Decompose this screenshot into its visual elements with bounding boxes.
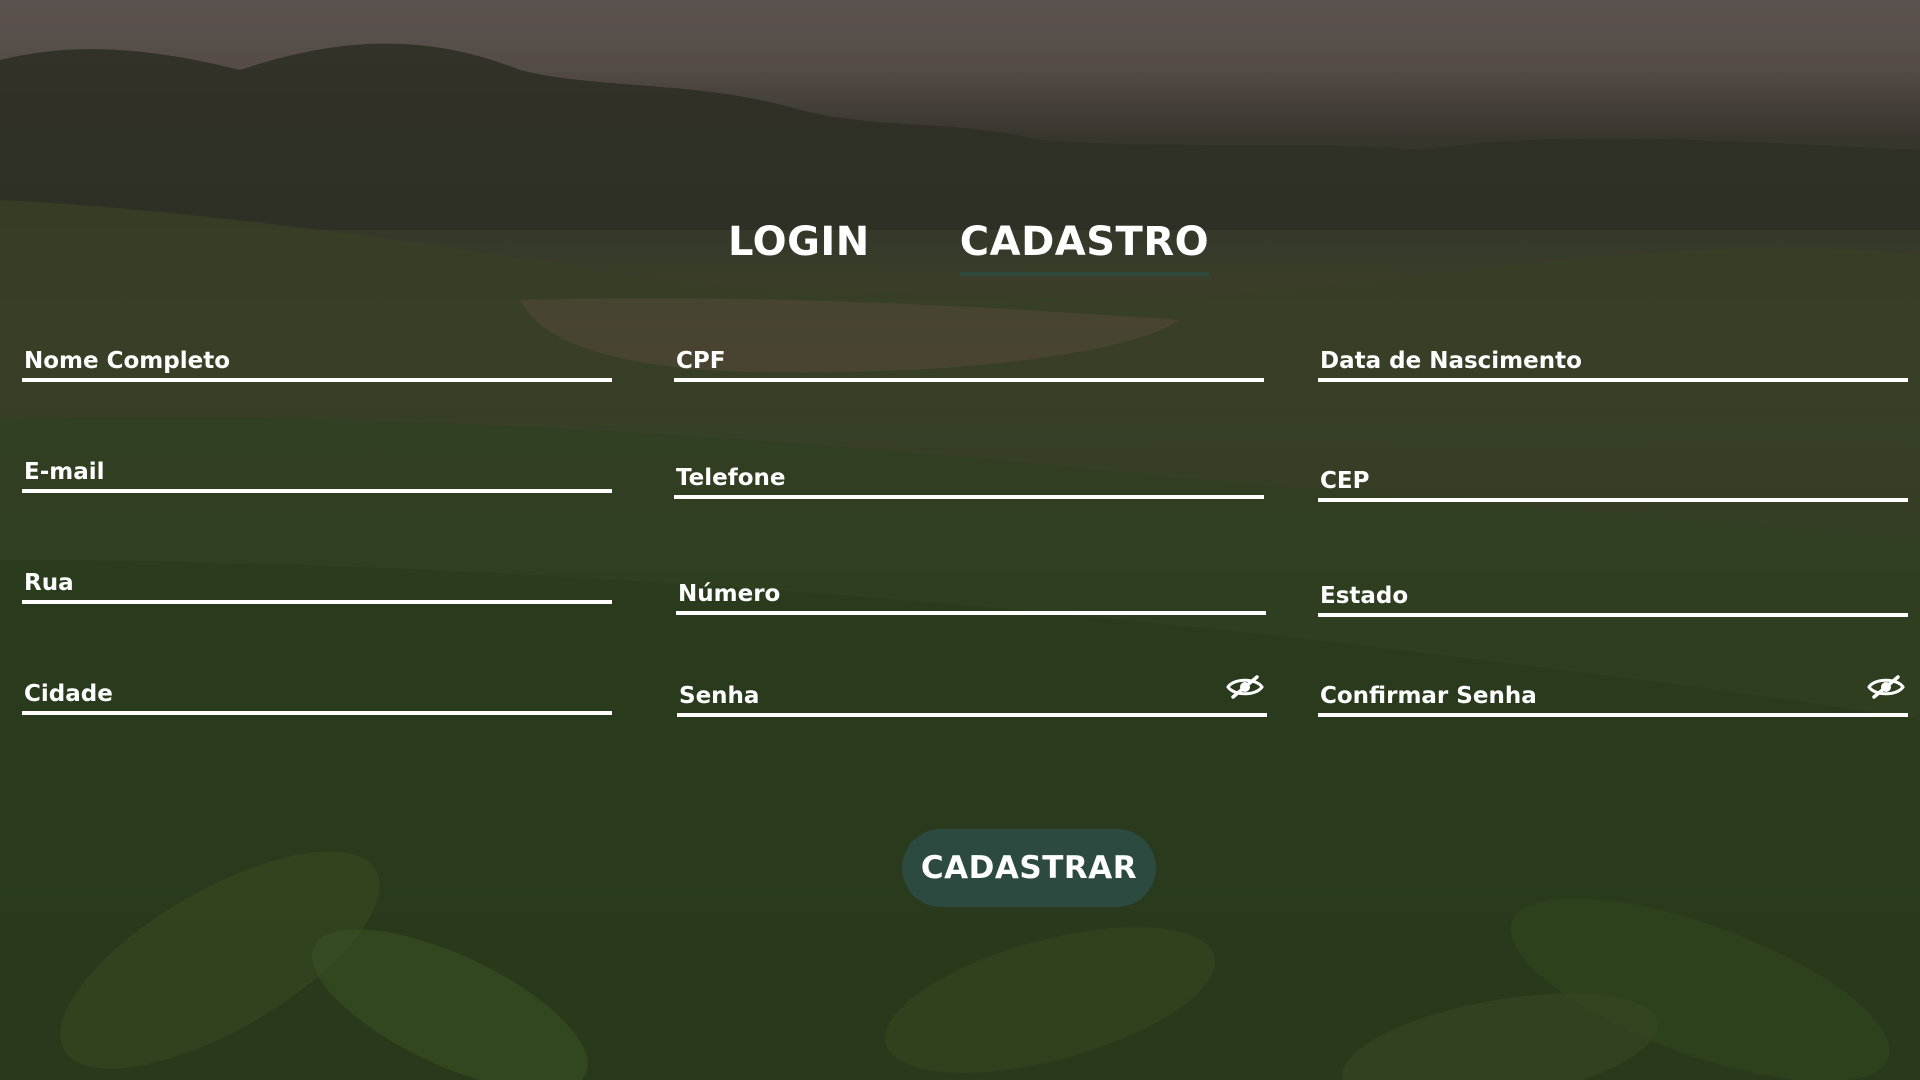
numero-label: Número xyxy=(678,581,781,607)
confirmar-senha-field[interactable]: Confirmar Senha xyxy=(1318,675,1908,717)
email-field[interactable]: E-mail xyxy=(22,455,612,493)
cep-label: CEP xyxy=(1320,468,1370,494)
data-nascimento-field[interactable]: Data de Nascimento xyxy=(1318,344,1908,382)
numero-field[interactable]: Número xyxy=(676,577,1266,615)
estado-field[interactable]: Estado xyxy=(1318,579,1908,617)
eye-slash-icon[interactable] xyxy=(1866,675,1906,699)
senha-field[interactable]: Senha xyxy=(677,675,1267,717)
auth-tabs: LOGIN CADASTRO xyxy=(728,214,1210,276)
rua-label: Rua xyxy=(24,570,74,596)
nome-completo-field[interactable]: Nome Completo xyxy=(22,344,612,382)
cpf-field[interactable]: CPF xyxy=(674,344,1264,382)
eye-slash-icon[interactable] xyxy=(1225,675,1265,699)
email-label: E-mail xyxy=(24,459,105,485)
rua-field[interactable]: Rua xyxy=(22,566,612,604)
estado-label: Estado xyxy=(1320,583,1409,609)
cidade-field[interactable]: Cidade xyxy=(22,677,612,715)
cpf-label: CPF xyxy=(676,348,726,374)
nome-completo-label: Nome Completo xyxy=(24,348,231,374)
telefone-label: Telefone xyxy=(676,465,786,491)
data-nascimento-label: Data de Nascimento xyxy=(1320,348,1582,374)
telefone-field[interactable]: Telefone xyxy=(674,461,1264,499)
cadastrar-button[interactable]: CADASTRAR xyxy=(902,829,1156,907)
tab-cadastro[interactable]: CADASTRO xyxy=(959,214,1210,276)
tab-login[interactable]: LOGIN xyxy=(728,214,870,272)
signup-page: LOGIN CADASTRO Nome Completo CPF Data de… xyxy=(0,0,1920,1080)
cidade-label: Cidade xyxy=(24,681,113,707)
dark-overlay xyxy=(0,0,1920,1080)
confirmar-senha-label: Confirmar Senha xyxy=(1320,683,1537,709)
cep-field[interactable]: CEP xyxy=(1318,464,1908,502)
senha-label: Senha xyxy=(679,683,760,709)
